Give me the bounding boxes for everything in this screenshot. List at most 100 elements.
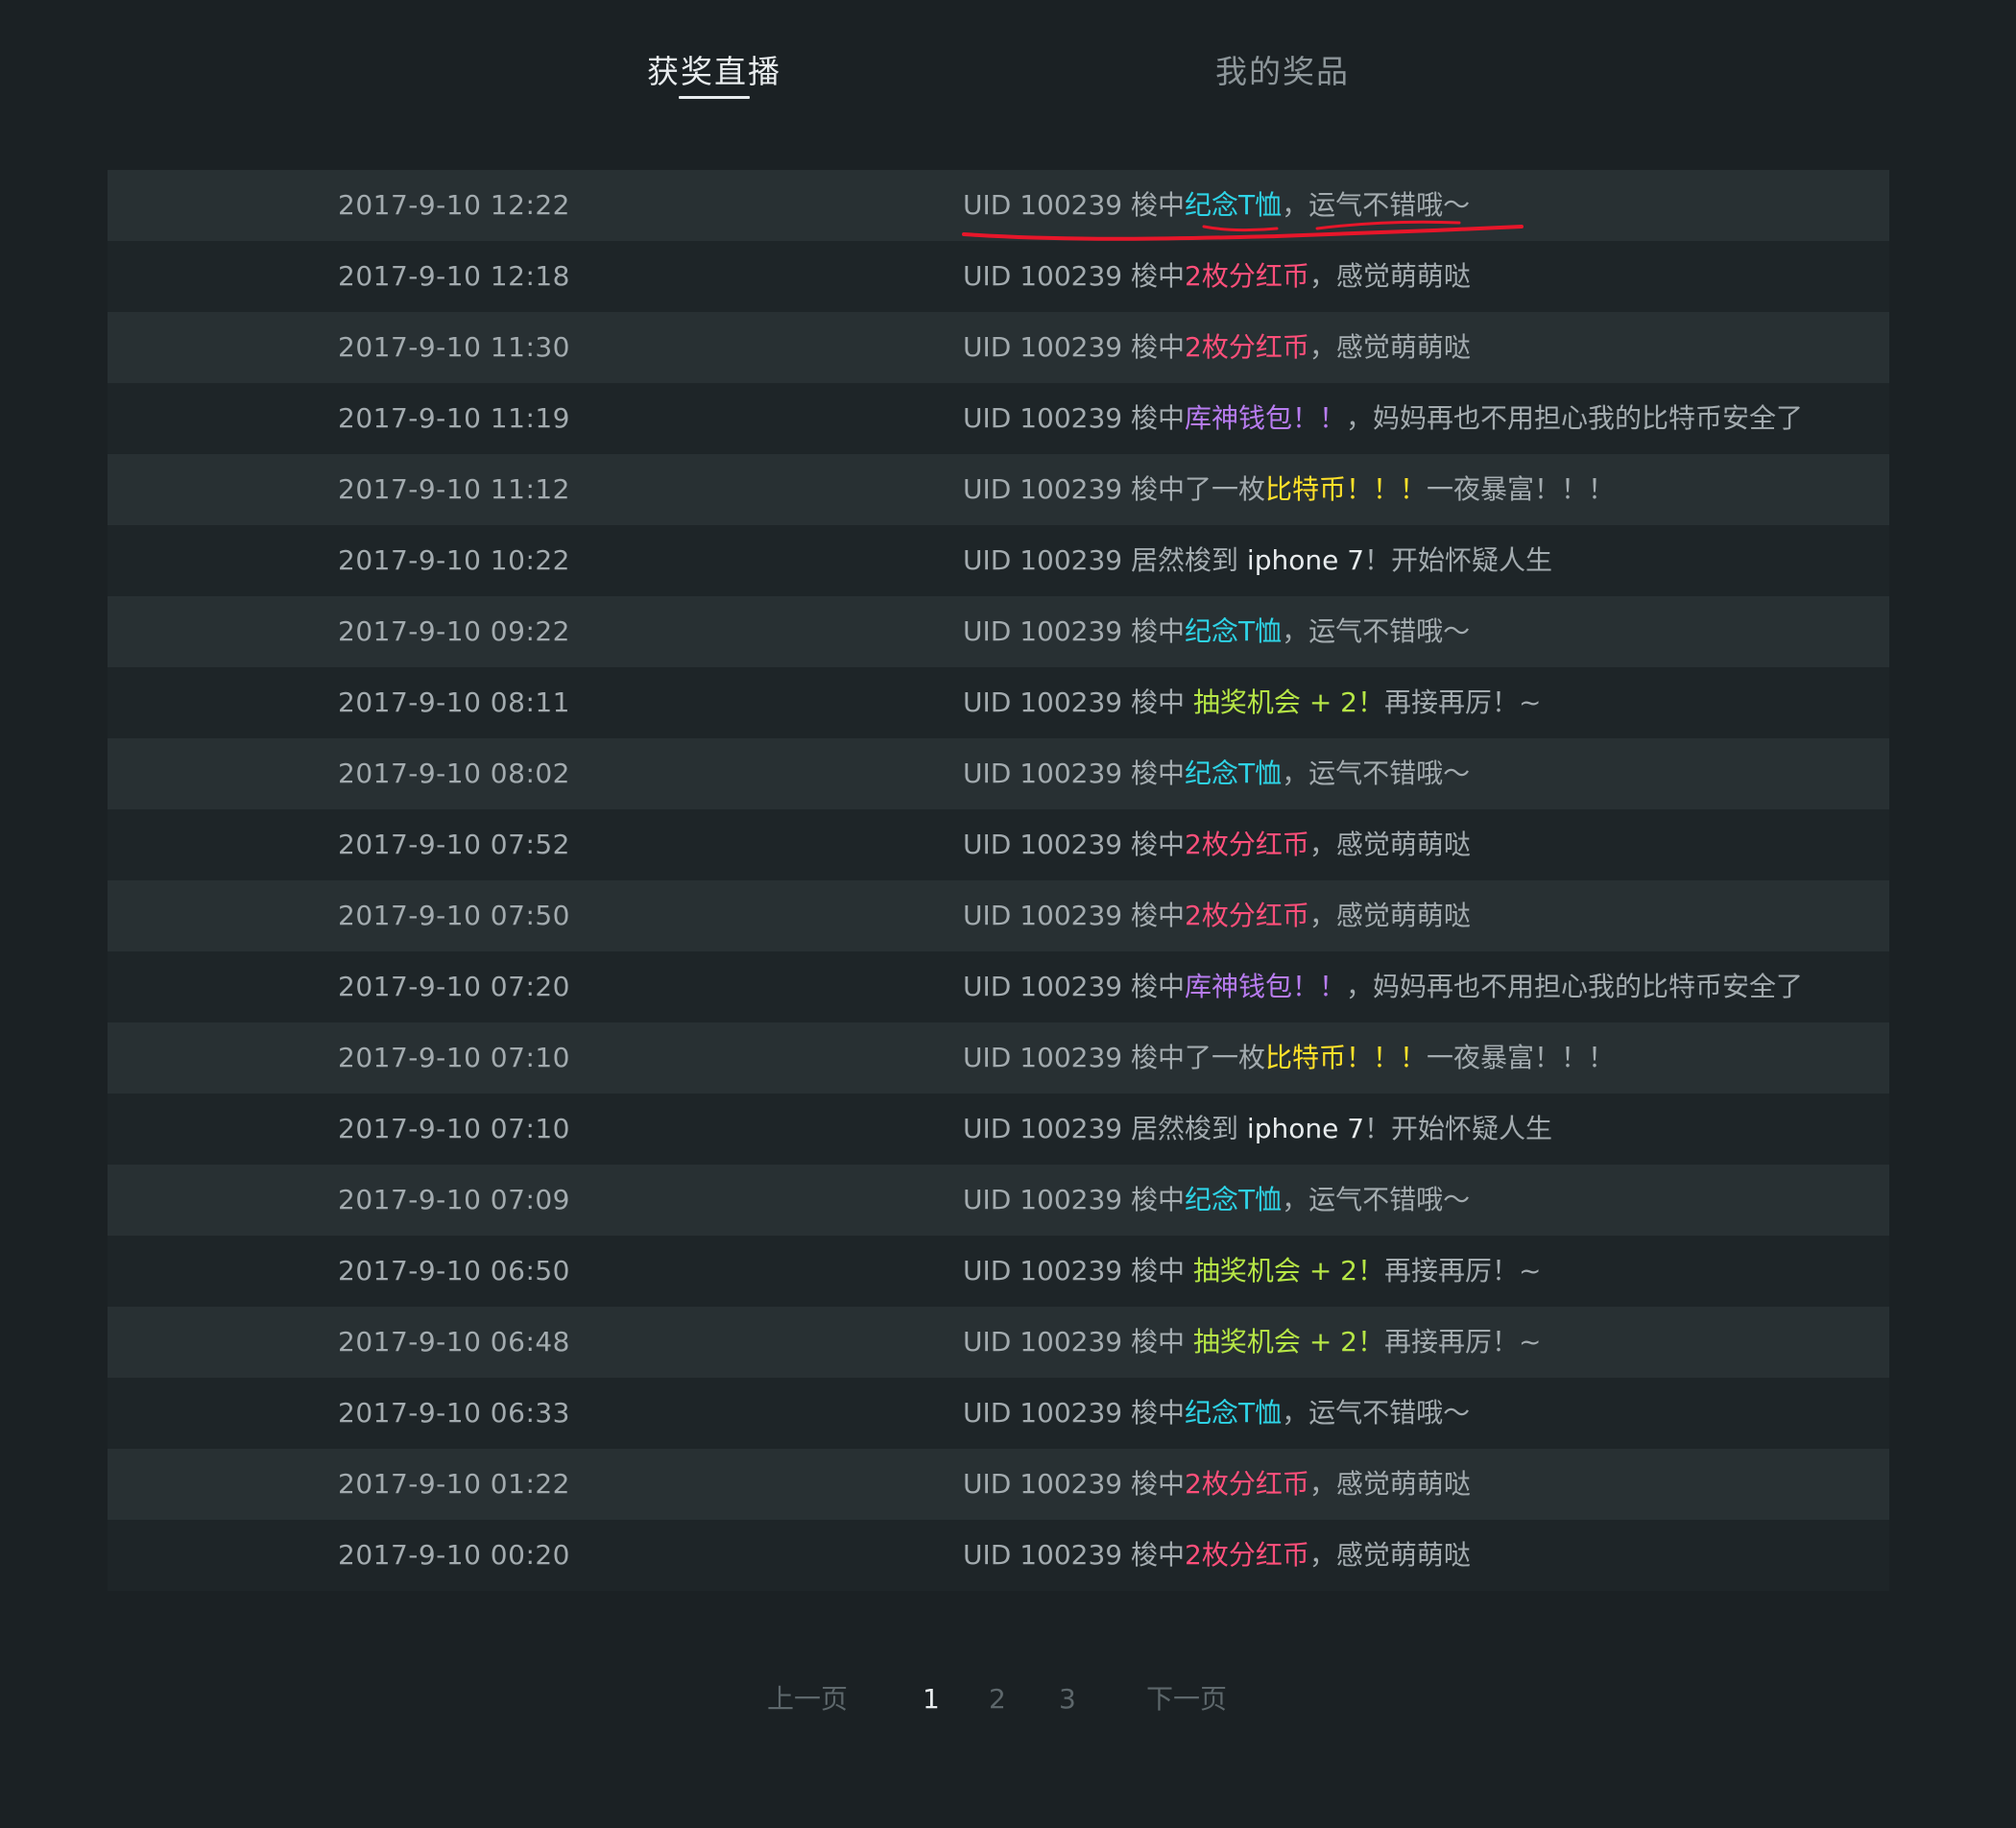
timestamp: 2017-9-10 08:02 <box>338 758 570 789</box>
win-message: UID 100239 居然梭到 iphone 7！开始怀疑人生 <box>963 525 1552 596</box>
winners-list: 2017-9-10 12:22 UID 100239 梭中纪念T恤，运气不错哦～ 2… <box>108 170 1889 1591</box>
win-message: UID 100239 梭中纪念T恤，运气不错哦～ <box>963 170 1470 241</box>
user-id: UID 100239 <box>963 189 1123 221</box>
prize-name: 比特币！！！ <box>1265 1042 1428 1073</box>
list-item: 2017-9-10 00:20 UID 100239 梭中2枚分红币，感觉萌萌哒 <box>108 1520 1889 1591</box>
message-suffix: ，运气不错哦～ <box>1282 758 1471 789</box>
list-item: 2017-9-10 08:11 UID 100239 梭中 抽奖机会 + 2！再接… <box>108 667 1889 738</box>
next-page-button[interactable]: 下一页 <box>1146 1675 1227 1723</box>
page-2-button[interactable]: 2 <box>989 1675 1006 1723</box>
user-id: UID 100239 <box>963 1326 1123 1358</box>
list-item: 2017-9-10 07:50 UID 100239 梭中2枚分红币，感觉萌萌哒 <box>108 880 1889 951</box>
message-suffix: 再接再厉！~ <box>1384 1255 1542 1287</box>
timestamp: 2017-9-10 07:10 <box>338 1042 570 1073</box>
win-message: UID 100239 居然梭到 iphone 7！开始怀疑人生 <box>963 1094 1552 1165</box>
win-message: UID 100239 梭中2枚分红币，感觉萌萌哒 <box>963 1449 1471 1520</box>
prize-name: 2枚分红币 <box>1185 331 1309 363</box>
tab-live-winners[interactable]: 获奖直播 <box>647 48 781 96</box>
user-id: UID 100239 <box>963 1397 1123 1429</box>
prize-name: 2枚分红币 <box>1185 829 1309 860</box>
timestamp: 2017-9-10 01:22 <box>338 1468 570 1500</box>
list-item: 2017-9-10 12:22 UID 100239 梭中纪念T恤，运气不错哦～ <box>108 170 1889 241</box>
timestamp: 2017-9-10 09:22 <box>338 615 570 647</box>
message-suffix: ，运气不错哦～ <box>1282 189 1471 221</box>
list-item: 2017-9-10 09:22 UID 100239 梭中纪念T恤，运气不错哦～ <box>108 596 1889 667</box>
prize-name: 2枚分红币 <box>1185 900 1309 931</box>
message-suffix: 再接再厉！~ <box>1384 1326 1542 1358</box>
user-id: UID 100239 <box>963 686 1123 718</box>
message-suffix: ！开始怀疑人生 <box>1364 544 1553 576</box>
timestamp: 2017-9-10 07:52 <box>338 829 570 860</box>
prev-page-button[interactable]: 上一页 <box>767 1675 848 1723</box>
active-tab-underline <box>679 96 750 99</box>
list-item: 2017-9-10 11:19 UID 100239 梭中库神钱包！！，妈妈再也不… <box>108 383 1889 454</box>
prize-name: 纪念T恤 <box>1185 1184 1283 1215</box>
win-message: UID 100239 梭中了一枚比特币！！！一夜暴富！！！ <box>963 1022 1615 1094</box>
user-id: UID 100239 <box>963 331 1123 363</box>
list-item: 2017-9-10 07:09 UID 100239 梭中纪念T恤，运气不错哦～ <box>108 1165 1889 1236</box>
user-id: UID 100239 <box>963 971 1123 1002</box>
win-message: UID 100239 梭中纪念T恤，运气不错哦～ <box>963 738 1470 809</box>
win-message: UID 100239 梭中 抽奖机会 + 2！再接再厉！~ <box>963 1236 1541 1307</box>
message-prefix: 梭中 <box>1131 900 1186 931</box>
list-item: 2017-9-10 07:52 UID 100239 梭中2枚分红币，感觉萌萌哒 <box>108 809 1889 880</box>
list-item: 2017-9-10 06:48 UID 100239 梭中 抽奖机会 + 2！再接… <box>108 1307 1889 1378</box>
prize-name: 抽奖机会 + 2！ <box>1192 686 1384 718</box>
message-prefix: 梭中 <box>1131 1539 1186 1571</box>
win-message: UID 100239 梭中 抽奖机会 + 2！再接再厉！~ <box>963 667 1541 738</box>
user-id: UID 100239 <box>963 829 1123 860</box>
timestamp: 2017-9-10 07:10 <box>338 1113 570 1144</box>
prize-name: 比特币！！！ <box>1265 473 1428 505</box>
timestamp: 2017-9-10 11:19 <box>338 402 570 434</box>
message-prefix: 居然梭到 <box>1131 544 1247 576</box>
list-item: 2017-9-10 07:10 UID 100239 梭中了一枚比特币！！！一夜暴… <box>108 1022 1889 1094</box>
message-suffix: ，妈妈再也不用担心我的比特币安全了 <box>1346 971 1804 1002</box>
timestamp: 2017-9-10 06:50 <box>338 1255 570 1287</box>
list-item: 2017-9-10 06:33 UID 100239 梭中纪念T恤，运气不错哦～ <box>108 1378 1889 1449</box>
timestamp: 2017-9-10 12:18 <box>338 260 570 292</box>
message-prefix: 梭中 <box>1131 1397 1186 1429</box>
message-prefix: 梭中 <box>1131 260 1186 292</box>
prize-name: iphone 7 <box>1246 1113 1365 1144</box>
list-item: 2017-9-10 01:22 UID 100239 梭中2枚分红币，感觉萌萌哒 <box>108 1449 1889 1520</box>
user-id: UID 100239 <box>963 544 1123 576</box>
list-item: 2017-9-10 07:10 UID 100239 居然梭到 iphone 7！… <box>108 1094 1889 1165</box>
win-message: UID 100239 梭中 抽奖机会 + 2！再接再厉！~ <box>963 1307 1541 1378</box>
message-prefix: 梭中 <box>1131 189 1186 221</box>
message-suffix: 一夜暴富！！！ <box>1427 473 1616 505</box>
message-suffix: ！开始怀疑人生 <box>1364 1113 1553 1144</box>
win-message: UID 100239 梭中了一枚比特币！！！一夜暴富！！！ <box>963 454 1615 525</box>
message-prefix: 梭中 <box>1131 829 1186 860</box>
prize-name: 纪念T恤 <box>1185 1397 1283 1429</box>
list-item: 2017-9-10 08:02 UID 100239 梭中纪念T恤，运气不错哦～ <box>108 738 1889 809</box>
list-item: 2017-9-10 11:12 UID 100239 梭中了一枚比特币！！！一夜暴… <box>108 454 1889 525</box>
prize-name: 2枚分红币 <box>1185 260 1309 292</box>
win-message: UID 100239 梭中2枚分红币，感觉萌萌哒 <box>963 1520 1471 1591</box>
user-id: UID 100239 <box>963 615 1123 647</box>
user-id: UID 100239 <box>963 260 1123 292</box>
message-prefix: 梭中 <box>1131 971 1186 1002</box>
win-message: UID 100239 梭中纪念T恤，运气不错哦～ <box>963 1165 1470 1236</box>
prize-name: 纪念T恤 <box>1185 189 1283 221</box>
page-3-button[interactable]: 3 <box>1059 1675 1076 1723</box>
message-prefix: 居然梭到 <box>1131 1113 1247 1144</box>
page-1-button[interactable]: 1 <box>923 1675 940 1723</box>
message-suffix: ，感觉萌萌哒 <box>1308 331 1471 363</box>
timestamp: 2017-9-10 11:12 <box>338 473 570 505</box>
message-prefix: 梭中 <box>1131 686 1193 718</box>
tab-my-prizes[interactable]: 我的奖品 <box>1215 48 1350 96</box>
win-message: UID 100239 梭中库神钱包！！，妈妈再也不用担心我的比特币安全了 <box>963 951 1803 1022</box>
prize-name: 纪念T恤 <box>1185 758 1283 789</box>
message-prefix: 梭中了一枚 <box>1131 1042 1266 1073</box>
tab-bar: 获奖直播 我的奖品 <box>0 0 2016 144</box>
timestamp: 2017-9-10 07:20 <box>338 971 570 1002</box>
win-message: UID 100239 梭中2枚分红币，感觉萌萌哒 <box>963 241 1471 312</box>
message-suffix: 再接再厉！~ <box>1384 686 1542 718</box>
pagination: 上一页 1 2 3 下一页 <box>0 1675 2016 1723</box>
timestamp: 2017-9-10 11:30 <box>338 331 570 363</box>
message-suffix: ，妈妈再也不用担心我的比特币安全了 <box>1346 402 1804 434</box>
user-id: UID 100239 <box>963 1113 1123 1144</box>
timestamp: 2017-9-10 07:09 <box>338 1184 570 1215</box>
message-prefix: 梭中 <box>1131 1326 1193 1358</box>
win-message: UID 100239 梭中2枚分红币，感觉萌萌哒 <box>963 880 1471 951</box>
